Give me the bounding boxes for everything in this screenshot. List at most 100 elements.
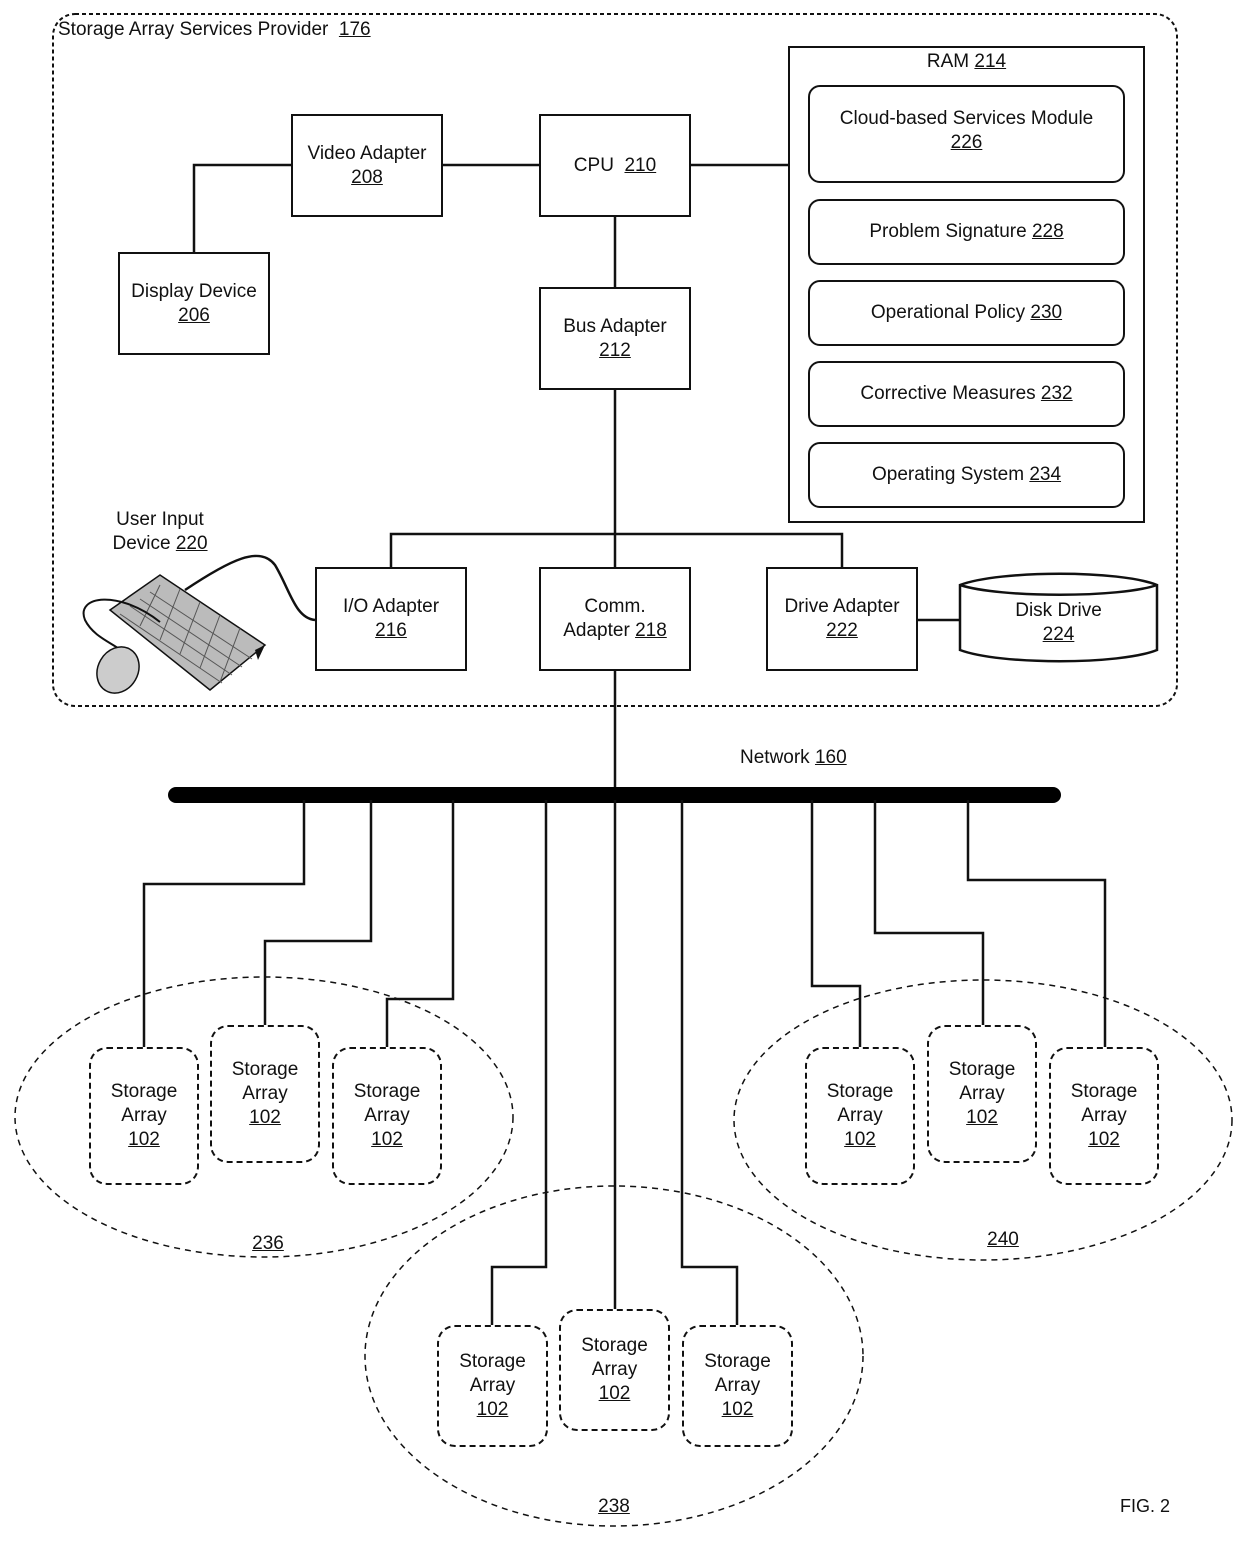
storage-array: Storage Array 102 [210, 1025, 320, 1163]
disk-drive-ref: 224 [1042, 624, 1075, 645]
cpu-label: CPU [573, 155, 614, 176]
storage-array-line2: Array [1081, 1105, 1127, 1126]
cpu-ref: 210 [624, 155, 657, 176]
ram-ref: 214 [974, 51, 1007, 72]
user-input-label-line1: User Input [116, 509, 204, 530]
ram-label: RAM [926, 51, 970, 72]
bus-adapter-label: Bus Adapter [563, 315, 667, 337]
storage-array: Storage Array 102 [805, 1047, 915, 1185]
bus-adapter-ref: 212 [599, 339, 631, 361]
network-label-group: Network 160 [740, 746, 847, 770]
link-network-sa-236-1 [142, 800, 306, 1047]
display-device-label: Display Device [131, 280, 257, 302]
link-network-sa-238-3 [680, 800, 739, 1325]
provider-label: Storage Array Services Provider [58, 19, 329, 40]
network-ref: 160 [814, 747, 847, 768]
storage-array-ref: 102 [371, 1129, 403, 1150]
storage-array-line1: Storage [826, 1081, 894, 1102]
io-adapter-label: I/O Adapter [342, 596, 440, 617]
comm-adapter-box: Comm. Adapter 218 [539, 567, 691, 671]
ram-module-operational-policy: Operational Policy 230 [808, 280, 1125, 346]
ram-module-label: Operational Policy [870, 302, 1026, 323]
ram-module-label: Cloud-based Services Module [839, 108, 1094, 129]
link-network-sa-240-3 [966, 800, 1107, 1047]
drive-adapter-ref: 222 [826, 620, 858, 641]
group-240-label: 240 [987, 1229, 1019, 1250]
comm-adapter-ref: 218 [635, 620, 667, 641]
disk-drive-label-group: Disk Drive 224 [960, 599, 1157, 647]
link-network-sa-236-2 [263, 800, 373, 1025]
user-input-ref: 220 [175, 533, 208, 554]
ram-module-label: Operating System [871, 464, 1025, 485]
provider-ref: 176 [338, 19, 371, 40]
disk-drive-label: Disk Drive [1015, 600, 1102, 621]
storage-array-ref: 102 [844, 1129, 876, 1150]
ram-module-problem-signature: Problem Signature 228 [808, 199, 1125, 265]
display-device-ref: 206 [178, 304, 210, 326]
storage-array-ref: 102 [598, 1383, 631, 1404]
storage-array-line2: Array [714, 1375, 761, 1396]
video-adapter-label: Video Adapter [307, 142, 427, 164]
storage-array-line1: Storage [110, 1081, 178, 1102]
storage-array-ref: 102 [721, 1399, 754, 1420]
drive-adapter-box: Drive Adapter 222 [766, 567, 918, 671]
display-device-box: Display Device 206 [118, 252, 270, 355]
link-bus-io [389, 532, 844, 567]
ram-module-ref: 234 [1029, 464, 1062, 485]
ram-module-ref: 226 [950, 132, 983, 153]
video-adapter-ref: 208 [351, 166, 383, 188]
ram-title: RAM 214 [788, 50, 1145, 74]
storage-array-ref: 102 [128, 1129, 160, 1150]
storage-array-line2: Array [364, 1105, 410, 1126]
storage-array-ref: 102 [966, 1107, 998, 1128]
figure-label: FIG. 2 [1119, 1496, 1170, 1516]
storage-array: Storage Array 102 [927, 1025, 1037, 1163]
storage-array-ref: 102 [1088, 1129, 1120, 1150]
storage-array-line2: Array [242, 1083, 288, 1104]
provider-title: Storage Array Services Provider 176 [58, 18, 371, 42]
storage-array-line1: Storage [1070, 1081, 1138, 1102]
storage-array-line1: Storage [353, 1081, 421, 1102]
storage-array-line2: Array [959, 1083, 1005, 1104]
ram-module-ref: 232 [1040, 383, 1073, 404]
storage-array-line1: Storage [231, 1059, 299, 1080]
link-display-video [192, 163, 291, 252]
ram-module-ref: 228 [1031, 221, 1064, 242]
ram-module-corrective-measures: Corrective Measures 232 [808, 361, 1125, 427]
storage-array-line1: Storage [581, 1335, 648, 1356]
storage-array-line1: Storage [948, 1059, 1016, 1080]
network-label: Network [740, 747, 810, 768]
storage-array-line1: Storage [704, 1351, 771, 1372]
storage-array-line2: Array [837, 1105, 883, 1126]
ram-module-label: Problem Signature [869, 221, 1027, 242]
storage-array: Storage Array 102 [1049, 1047, 1159, 1185]
link-network-sa-238-1 [490, 800, 548, 1325]
storage-array: Storage Array 102 [559, 1309, 670, 1431]
ram-module-label: Corrective Measures [860, 383, 1036, 404]
group-238-label: 238 [598, 1496, 630, 1517]
user-input-label-line2: Device [112, 533, 171, 554]
bus-adapter-box: Bus Adapter 212 [539, 287, 691, 390]
comm-adapter-label-line2: Adapter [563, 620, 630, 641]
storage-array-line2: Array [591, 1359, 638, 1380]
group-236-label: 236 [252, 1233, 284, 1254]
user-input-device-label: User Input Device 220 [90, 508, 230, 556]
link-network-sa-236-3 [385, 800, 455, 1047]
storage-array: Storage Array 102 [89, 1047, 199, 1185]
storage-array-line2: Array [469, 1375, 516, 1396]
video-adapter-box: Video Adapter 208 [291, 114, 443, 217]
storage-array-ref: 102 [476, 1399, 509, 1420]
ram-module-operating-system: Operating System 234 [808, 442, 1125, 508]
storage-array: Storage Array 102 [682, 1325, 793, 1447]
storage-array: Storage Array 102 [437, 1325, 548, 1447]
ram-module-cloud-services: Cloud-based Services Module 226 [808, 85, 1125, 183]
comm-adapter-label-line1: Comm. [584, 596, 646, 617]
storage-array-ref: 102 [249, 1107, 281, 1128]
storage-array-line1: Storage [459, 1351, 526, 1372]
drive-adapter-label: Drive Adapter [784, 596, 900, 617]
ram-module-ref: 230 [1030, 302, 1063, 323]
cpu-box: CPU 210 [539, 114, 691, 217]
storage-array-line2: Array [121, 1105, 167, 1126]
link-network-sa-240-1 [810, 800, 862, 1047]
io-adapter-ref: 216 [375, 620, 407, 641]
